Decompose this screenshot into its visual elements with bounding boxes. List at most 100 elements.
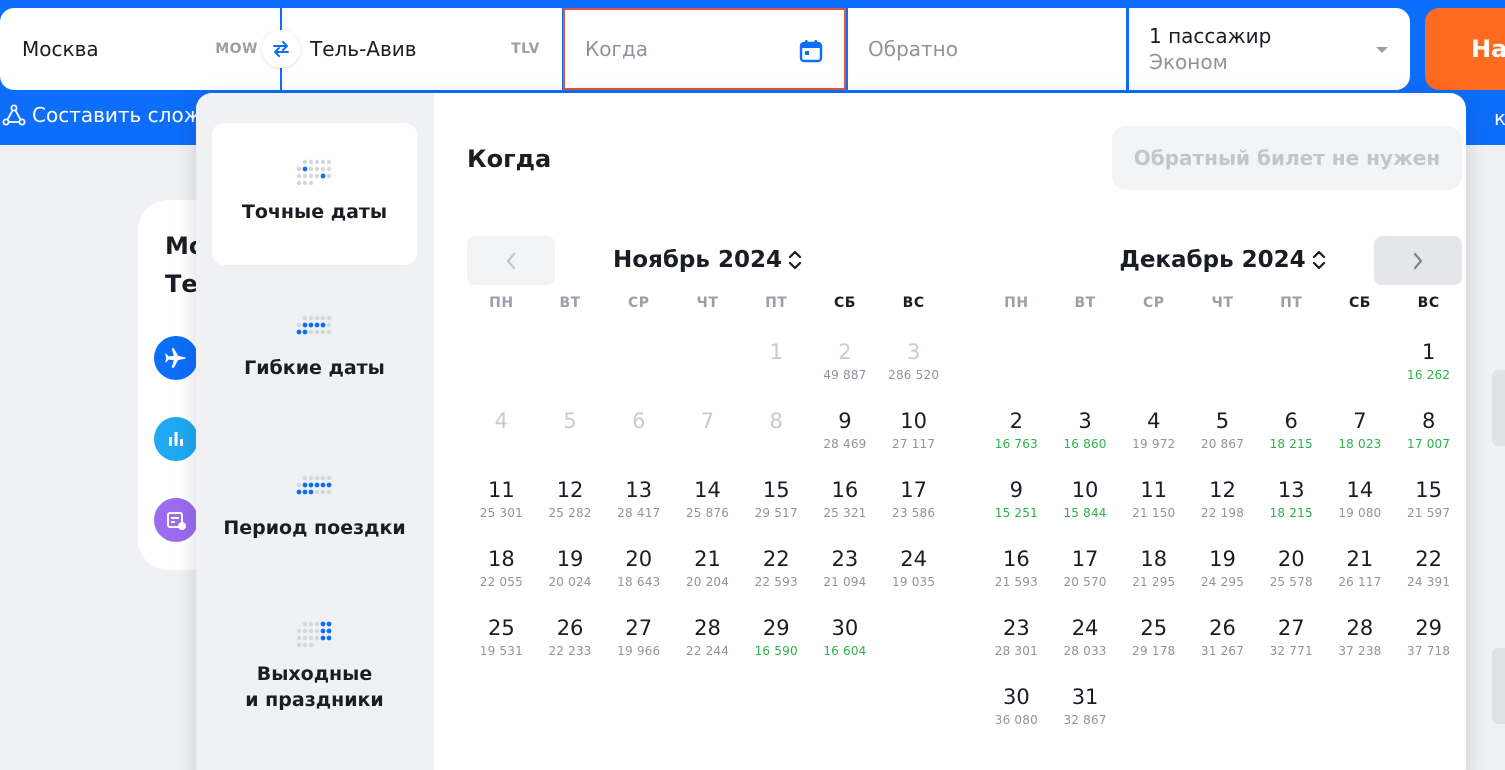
day-cell[interactable]: 24 19 035: [879, 543, 948, 612]
compose-route-link[interactable]: Составить слож: [2, 103, 202, 127]
day-cell[interactable]: 25 19 531: [467, 612, 536, 681]
month-title-selector[interactable]: Декабрь 2024: [982, 235, 1463, 285]
day-cell[interactable]: 13 18 215: [1257, 474, 1326, 543]
mode-trip-period[interactable]: Период поездки: [212, 475, 417, 541]
day-number: 4: [1147, 409, 1161, 433]
empty-day-cell: [467, 336, 536, 405]
day-cell[interactable]: 14 19 080: [1326, 474, 1395, 543]
airplane-icon: [154, 336, 198, 380]
day-cell[interactable]: 30 16 604: [811, 612, 880, 681]
day-cell[interactable]: 27 19 966: [604, 612, 673, 681]
day-number: 27: [1277, 616, 1305, 640]
day-cell[interactable]: 14 25 876: [673, 474, 742, 543]
day-cell[interactable]: 10 27 117: [879, 405, 948, 474]
day-price: 22 233: [548, 644, 592, 658]
day-cell[interactable]: 5 20 867: [1188, 405, 1257, 474]
day-number: 26: [1209, 616, 1236, 640]
day-cell[interactable]: 28 37 238: [1326, 612, 1395, 681]
day-cell[interactable]: 4 19 972: [1119, 405, 1188, 474]
day-cell[interactable]: 16 21 593: [982, 543, 1051, 612]
day-price: 26 117: [1338, 575, 1382, 589]
day-cell[interactable]: 20 18 643: [604, 543, 673, 612]
day-cell[interactable]: 23 21 094: [811, 543, 880, 612]
bar-chart-icon: [154, 417, 198, 461]
day-cell[interactable]: 22 24 391: [1394, 543, 1463, 612]
day-cell[interactable]: 18 22 055: [467, 543, 536, 612]
day-cell[interactable]: 8 17 007: [1394, 405, 1463, 474]
destination-field[interactable]: Тель-Авив TLV: [282, 8, 562, 90]
day-price: 21 593: [994, 575, 1038, 589]
day-cell[interactable]: 3 16 860: [1051, 405, 1120, 474]
cabin-class: Эконом: [1149, 50, 1228, 74]
day-cell[interactable]: 15 29 517: [742, 474, 811, 543]
departure-date-field[interactable]: Когда: [563, 8, 846, 90]
day-cell[interactable]: 7 18 023: [1326, 405, 1395, 474]
day-cell[interactable]: 12 25 282: [536, 474, 605, 543]
day-cell[interactable]: 29 37 718: [1394, 612, 1463, 681]
origin-field[interactable]: Москва MOW: [0, 8, 280, 90]
day-cell[interactable]: 21 26 117: [1326, 543, 1395, 612]
day-cell[interactable]: 21 20 204: [673, 543, 742, 612]
day-cell[interactable]: 11 21 150: [1119, 474, 1188, 543]
day-cell: 4: [467, 405, 536, 474]
day-price: 15 251: [994, 506, 1038, 520]
empty-day-cell: [1051, 336, 1120, 405]
mode-trip-period-label: Период поездки: [223, 517, 406, 539]
day-cell[interactable]: 30 36 080: [982, 681, 1051, 750]
no-return-ticket-button[interactable]: Обратный билет не нужен: [1112, 126, 1462, 190]
day-cell[interactable]: 24 28 033: [1051, 612, 1120, 681]
day-number: 14: [694, 478, 721, 502]
mode-exact-dates[interactable]: Точные даты: [212, 123, 417, 265]
day-cell[interactable]: 15 21 597: [1394, 474, 1463, 543]
day-price: 15 844: [1063, 506, 1107, 520]
return-date-field[interactable]: Обратно: [848, 8, 1126, 90]
day-cell[interactable]: 26 22 233: [536, 612, 605, 681]
mode-flexible-dates[interactable]: Гибкие даты: [212, 315, 417, 381]
swap-button[interactable]: [262, 30, 300, 68]
day-cell[interactable]: 18 21 295: [1119, 543, 1188, 612]
weekday-label: СБ: [833, 295, 856, 311]
day-number: 21: [694, 547, 721, 571]
search-button-label: На: [1471, 35, 1505, 63]
day-number: 19: [1209, 547, 1236, 571]
month-title-selector[interactable]: Ноябрь 2024: [467, 235, 948, 285]
day-cell[interactable]: 1 16 262: [1394, 336, 1463, 405]
day-cell[interactable]: 31 32 867: [1051, 681, 1120, 750]
day-cell[interactable]: 20 25 578: [1257, 543, 1326, 612]
day-cell[interactable]: 17 23 586: [879, 474, 948, 543]
mode-weekends-holidays[interactable]: Выходные и праздники: [212, 621, 417, 713]
day-cell[interactable]: 6 18 215: [1257, 405, 1326, 474]
day-cell[interactable]: 9 15 251: [982, 474, 1051, 543]
day-cell[interactable]: 11 25 301: [467, 474, 536, 543]
day-cell[interactable]: 2 16 763: [982, 405, 1051, 474]
popup-title: Когда: [467, 145, 552, 173]
empty-day-cell: [982, 336, 1051, 405]
day-cell[interactable]: 23 28 301: [982, 612, 1051, 681]
day-price: 18 023: [1338, 437, 1382, 451]
day-number: 16: [1002, 547, 1030, 571]
day-cell[interactable]: 13 28 417: [604, 474, 673, 543]
day-cell[interactable]: 25 29 178: [1119, 612, 1188, 681]
day-cell[interactable]: 29 16 590: [742, 612, 811, 681]
day-number: 13: [1277, 478, 1305, 502]
passengers-field[interactable]: 1 пассажир Эконом: [1129, 8, 1410, 90]
day-cell[interactable]: 22 22 593: [742, 543, 811, 612]
day-cell[interactable]: 28 22 244: [673, 612, 742, 681]
day-number: 10: [900, 409, 927, 433]
day-cell[interactable]: 10 15 844: [1051, 474, 1120, 543]
day-price: 24 295: [1200, 575, 1245, 589]
day-cell[interactable]: 27 32 771: [1257, 612, 1326, 681]
day-cell[interactable]: 19 20 024: [536, 543, 605, 612]
day-cell[interactable]: 16 25 321: [811, 474, 880, 543]
day-cell[interactable]: 12 22 198: [1188, 474, 1257, 543]
day-price: 37 238: [1338, 644, 1382, 658]
day-price: 28 417: [617, 506, 661, 520]
search-button[interactable]: На: [1425, 8, 1505, 90]
day-cell[interactable]: 17 20 570: [1051, 543, 1120, 612]
day-cell[interactable]: 19 24 295: [1188, 543, 1257, 612]
day-cell[interactable]: 26 31 267: [1188, 612, 1257, 681]
day-number: 20: [1277, 547, 1305, 571]
day-cell[interactable]: 9 28 469: [811, 405, 880, 474]
day-number: 21: [1346, 547, 1374, 571]
day-grid: 1 2 49 887 3 286 520 4 5 6 7 8 9 28 469 10 27 117 11 25…: [467, 336, 948, 681]
